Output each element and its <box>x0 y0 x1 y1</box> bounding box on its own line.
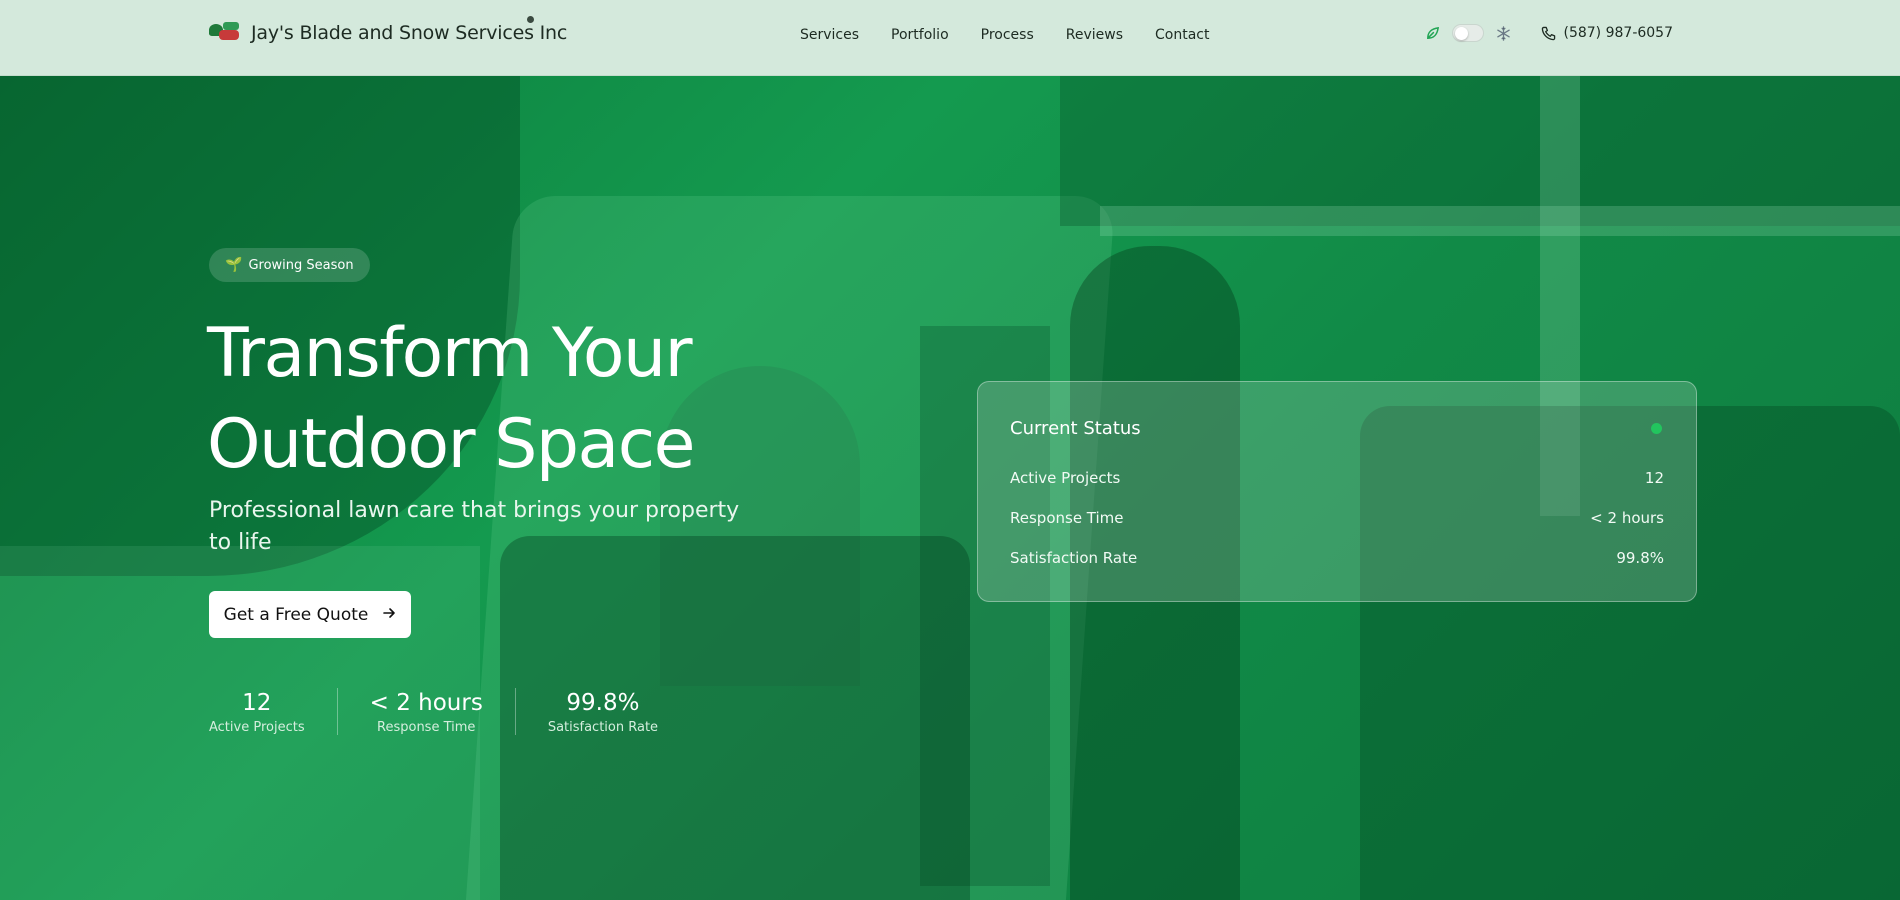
status-row: Response Time < 2 hours <box>1010 509 1664 527</box>
status-row-value: 12 <box>1644 469 1664 487</box>
header-actions: (587) 987-6057 <box>1425 24 1674 42</box>
indicator-dot <box>527 16 534 23</box>
get-quote-button[interactable]: Get a Free Quote <box>209 591 411 638</box>
stat-label: Satisfaction Rate <box>547 720 659 735</box>
main-nav: Services Portfolio Process Reviews Conta… <box>800 27 1209 43</box>
nav-reviews[interactable]: Reviews <box>1066 27 1123 43</box>
season-badge-label: Growing Season <box>248 257 354 273</box>
nav-portfolio[interactable]: Portfolio <box>891 27 949 43</box>
sprout-icon: 🌱 <box>225 257 243 273</box>
season-badge: 🌱 Growing Season <box>209 248 370 282</box>
get-quote-label: Get a Free Quote <box>223 604 369 625</box>
arrow-right-icon <box>382 605 396 625</box>
status-card-title: Current Status <box>1010 418 1141 439</box>
stat-value: 99.8% <box>566 690 640 716</box>
hero-stats: 12 Active Projects < 2 hours Response Ti… <box>209 688 690 735</box>
current-status-card: Current Status Active Projects 12 Respon… <box>977 381 1697 602</box>
status-row: Active Projects 12 <box>1010 469 1664 487</box>
stat-label: Active Projects <box>209 720 305 735</box>
nav-process[interactable]: Process <box>981 27 1034 43</box>
nav-contact[interactable]: Contact <box>1155 27 1209 43</box>
snowflake-icon <box>1496 25 1511 41</box>
status-row-label: Response Time <box>1010 509 1124 527</box>
background-pergola <box>1060 76 1900 226</box>
company-logo <box>209 22 241 44</box>
hero-title: Transform Your Outdoor Space <box>207 308 967 490</box>
hero-title-line2: Outdoor Space <box>207 405 695 484</box>
stat-active-projects: 12 Active Projects <box>209 688 337 735</box>
status-row-label: Active Projects <box>1010 469 1121 487</box>
stat-satisfaction-rate: 99.8% Satisfaction Rate <box>514 688 690 735</box>
background-beam <box>1100 206 1900 236</box>
stat-value: < 2 hours <box>369 690 483 716</box>
status-row-value: 99.8% <box>1616 549 1664 567</box>
stat-value: 12 <box>242 690 272 716</box>
season-toggle[interactable] <box>1451 24 1484 42</box>
stat-response-time: < 2 hours Response Time <box>336 688 515 735</box>
status-row-label: Satisfaction Rate <box>1010 549 1138 567</box>
stat-label: Response Time <box>377 720 476 735</box>
leaf-icon <box>1425 26 1440 41</box>
brand[interactable]: Jay's Blade and Snow Services Inc <box>209 22 567 44</box>
brand-name: Jay's Blade and Snow Services Inc <box>251 22 568 44</box>
live-status-dot <box>1651 423 1662 434</box>
nav-services[interactable]: Services <box>800 27 859 43</box>
phone-number: (587) 987-6057 <box>1563 25 1674 41</box>
status-row-value: < 2 hours <box>1590 509 1664 527</box>
site-header: Jay's Blade and Snow Services Inc Servic… <box>0 0 1900 76</box>
phone-link[interactable]: (587) 987-6057 <box>1541 25 1674 41</box>
hero-title-line1: Transform Your <box>207 314 693 393</box>
phone-icon <box>1541 26 1556 41</box>
hero-subtitle: Professional lawn care that brings your … <box>209 498 740 555</box>
status-row: Satisfaction Rate 99.8% <box>1010 549 1664 567</box>
